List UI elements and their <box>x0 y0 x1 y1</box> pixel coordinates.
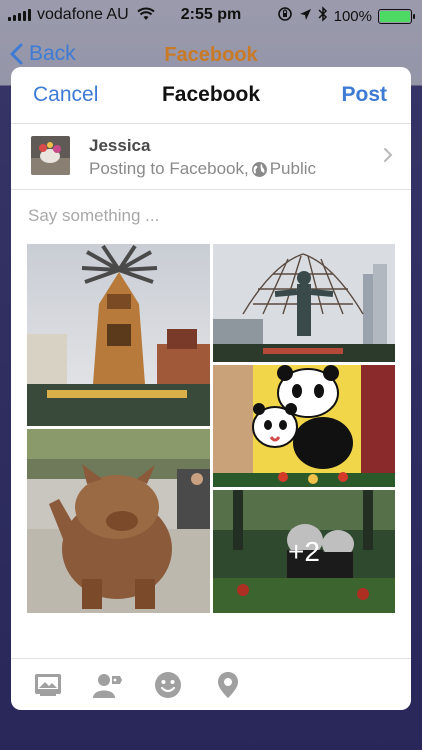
audience-label: Public <box>269 159 317 178</box>
signal-icon <box>8 9 31 21</box>
wifi-icon <box>136 7 155 24</box>
photo-thumbnail-5[interactable]: +2 <box>213 490 395 613</box>
battery-icon <box>378 8 415 24</box>
globe-icon <box>251 161 268 178</box>
photo-thumbnail-4[interactable] <box>213 365 395 487</box>
post-button[interactable]: Post <box>341 83 387 107</box>
photo-thumbnail-1[interactable] <box>27 244 210 426</box>
compose-placeholder: Say something ... <box>28 206 160 225</box>
cancel-button[interactable]: Cancel <box>33 83 98 107</box>
rotation-lock-icon <box>277 6 293 26</box>
photo-library-icon[interactable] <box>33 671 63 699</box>
posting-to-label: Posting to Facebook, <box>89 159 249 178</box>
status-bar: vodafone AU 2:55 pm 100% <box>0 0 422 30</box>
location-arrow-icon <box>299 8 312 25</box>
carrier-label: vodafone AU <box>37 6 129 23</box>
battery-percent: 100% <box>333 7 372 25</box>
account-row[interactable]: Jessica Posting to Facebook, Public <box>11 124 411 190</box>
tag-people-icon[interactable] <box>93 671 123 699</box>
more-photos-count: +2 <box>213 490 395 613</box>
sheet-header: Cancel Facebook Post <box>11 67 411 124</box>
background-title: Facebook <box>164 44 258 66</box>
photo-thumbnail-2[interactable] <box>213 244 395 362</box>
bluetooth-icon <box>318 6 328 26</box>
account-destination: Posting to Facebook, Public <box>89 159 316 179</box>
photo-grid: +2 <box>27 244 395 613</box>
share-sheet: Cancel Facebook Post Jessica Posting to … <box>11 67 411 710</box>
chevron-right-icon <box>383 147 393 168</box>
avatar <box>31 136 70 175</box>
account-name: Jessica <box>89 136 151 155</box>
emoji-icon[interactable] <box>153 671 183 699</box>
photo-thumbnail-3[interactable] <box>27 429 210 613</box>
attachment-toolbar <box>11 658 411 710</box>
location-pin-icon[interactable] <box>213 671 243 699</box>
